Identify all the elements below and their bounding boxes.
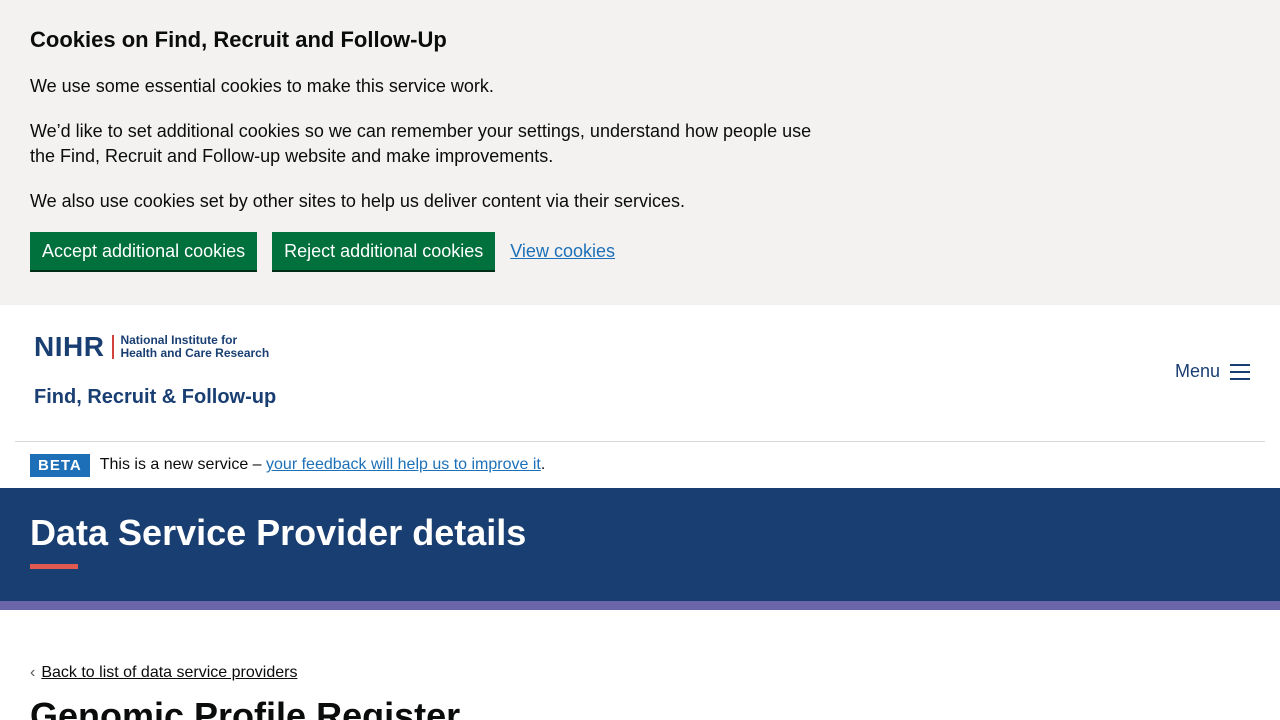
record-title: Genomic Profile Register bbox=[30, 695, 461, 720]
hamburger-icon bbox=[1230, 363, 1250, 380]
accent-stripe bbox=[0, 601, 1280, 610]
title-underline bbox=[30, 564, 78, 569]
cookie-text-essential: We use some essential cookies to make th… bbox=[30, 76, 494, 96]
main-content: ‹ Back to list of data service providers… bbox=[0, 610, 1280, 720]
view-cookies-link[interactable]: View cookies bbox=[510, 241, 615, 262]
back-link-row: ‹ Back to list of data service providers bbox=[30, 664, 1250, 682]
chevron-left-icon: ‹ bbox=[30, 664, 36, 681]
nihr-logo[interactable]: NIHR National Institute for Health and C… bbox=[34, 333, 1246, 361]
reject-cookies-button[interactable]: Reject additional cookies bbox=[272, 232, 496, 270]
menu-button[interactable]: Menu bbox=[1175, 361, 1250, 382]
menu-label: Menu bbox=[1174, 361, 1220, 381]
cookie-banner: Cookies on Find, Recruit and Follow-Up W… bbox=[0, 0, 1280, 305]
site-header: NIHR National Institute for Health and C… bbox=[0, 305, 1280, 441]
beta-banner: BETA This is a new service – your feedba… bbox=[0, 442, 1280, 488]
page-title-band: Data Service Provider details bbox=[0, 488, 1280, 601]
logo-divider bbox=[112, 335, 115, 359]
beta-text: This is a new service – bbox=[99, 456, 262, 473]
cookie-banner-title: Cookies on Find, Recruit and Follow-Up bbox=[30, 27, 447, 52]
accept-cookies-button[interactable]: Accept additional cookies bbox=[30, 232, 258, 270]
cookie-text-additional: We’d like to set additional cookies so w… bbox=[30, 121, 812, 166]
service-name[interactable]: Find, Recruit & Follow-up bbox=[34, 385, 1246, 409]
logo-line-1: National Institute for bbox=[120, 333, 238, 347]
cookie-actions: Accept additional cookies Reject additio… bbox=[30, 232, 1250, 270]
beta-tag: BETA bbox=[30, 453, 90, 477]
nihr-logo-subtitle: National Institute for Health and Care R… bbox=[120, 334, 269, 360]
beta-suffix: . bbox=[540, 456, 546, 473]
back-to-list-link[interactable]: Back to list of data service providers bbox=[41, 664, 297, 682]
page-title: Data Service Provider details bbox=[30, 512, 527, 553]
feedback-link[interactable]: your feedback will help us to improve it bbox=[266, 456, 541, 474]
nihr-logo-word: NIHR bbox=[34, 331, 105, 362]
logo-line-2: Health and Care Research bbox=[120, 346, 270, 360]
cookie-text-third-party: We also use cookies set by other sites t… bbox=[30, 191, 685, 211]
